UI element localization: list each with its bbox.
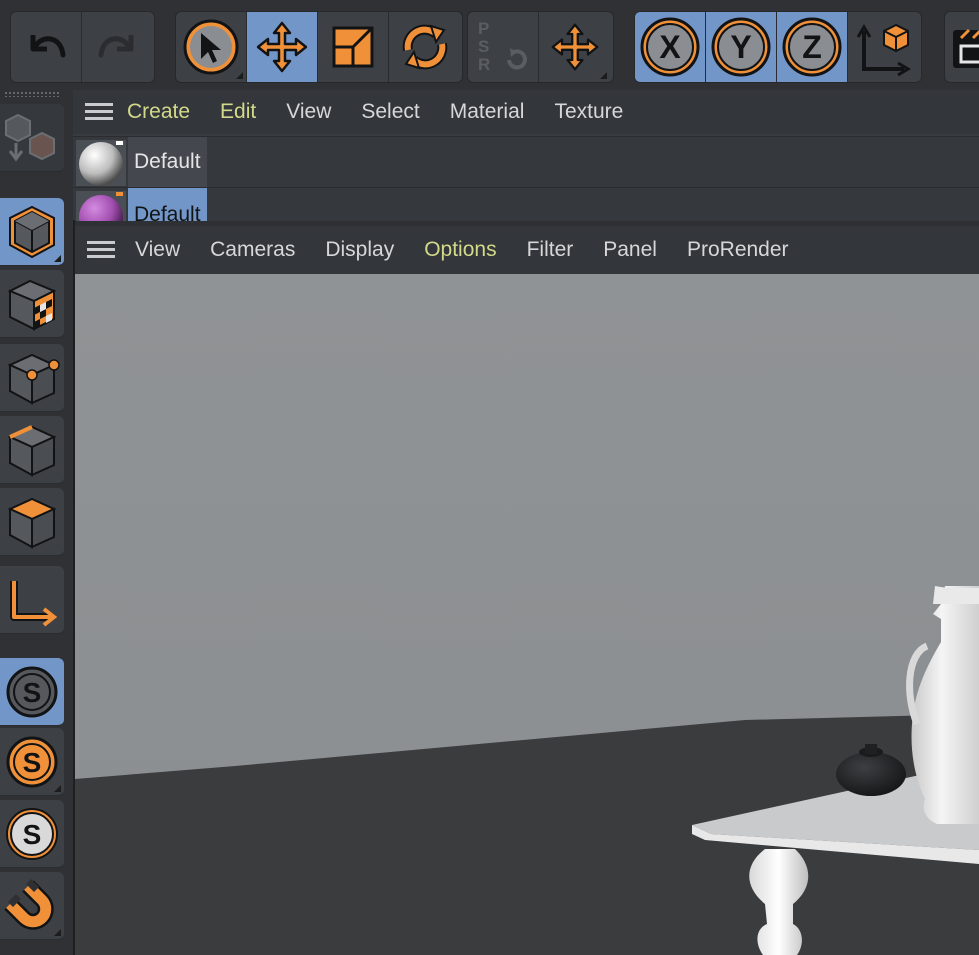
submenu-indicator-icon [236,72,243,79]
viewport-menu-filter[interactable]: Filter [527,238,574,262]
viewport-menu-cameras[interactable]: Cameras [210,238,295,262]
menu-view[interactable]: View [286,100,331,124]
material-menu-hamburger-icon[interactable] [85,103,113,121]
material-preview-thumbnail[interactable] [76,140,126,186]
submenu-indicator-icon [54,785,61,792]
redo-icon [98,35,133,58]
magnet-tool-button[interactable] [0,872,64,940]
psr-letter-p: P [478,19,490,38]
snap-enabled-icon: S [6,736,58,787]
move-tool-button[interactable] [247,12,318,82]
undo-button[interactable] [11,12,82,82]
axis-icon [10,580,58,627]
coordinate-system-button[interactable] [848,12,919,82]
snap-workplane-icon: S [6,807,58,860]
history-group [10,11,155,83]
axis-lock-group: X Y Z [634,11,922,83]
reset-rotate-icon [507,48,527,70]
rotate-arrows-icon [402,24,447,70]
axis-mode-button[interactable] [0,566,64,634]
transform-tools-group [175,11,463,83]
object-coordinates-icon [856,23,911,77]
psr-letter-s: S [478,37,490,56]
edges-cube-icon [7,424,57,477]
scale-square-icon [332,26,374,68]
y-axis-lock-button[interactable]: Y [706,12,777,82]
checker-cube-icon [7,279,57,331]
psr-button[interactable]: P S R [468,12,539,82]
workplane-snap-button[interactable]: S [0,800,64,868]
render-view-button[interactable] [945,12,979,82]
model-cube-icon [9,205,55,258]
viewport-menu-options[interactable]: Options [424,238,496,262]
submenu-indicator-icon [54,929,61,936]
make-editable-button[interactable] [0,104,64,172]
move-arrows-icon [256,21,308,73]
material-name[interactable]: Default [128,188,207,221]
material-sphere-icon [79,141,123,186]
move-dropdown-button[interactable] [539,12,610,82]
material-menu-bar: Create Edit View Select Material Texture [73,90,979,134]
z-axis-icon: Z [782,17,842,77]
snap-letter: S [23,677,42,708]
viewport-menu-hamburger-icon[interactable] [87,241,115,259]
viewport-menu-display[interactable]: Display [325,238,394,262]
polygons-cube-icon [7,497,57,549]
make-editable-icon [5,113,55,161]
snapping-button[interactable]: S [0,728,64,796]
viewport-menu-prorender[interactable]: ProRender [687,238,789,262]
menu-edit[interactable]: Edit [220,100,256,124]
move-arrows-icon [551,23,598,71]
material-item[interactable]: Default [73,136,979,187]
y-axis-label: Y [730,29,751,65]
x-axis-label: X [659,29,681,65]
psr-letter-r: R [478,55,491,74]
3d-viewport[interactable] [75,274,979,955]
y-axis-icon: Y [711,17,771,77]
rotate-tool-button[interactable] [389,12,460,82]
menu-create[interactable]: Create [127,100,190,124]
undo-icon [30,35,66,58]
live-selection-button[interactable] [176,12,247,82]
submenu-indicator-icon [600,72,607,79]
material-preview-thumbnail[interactable] [76,191,126,221]
coordinate-tools-group: P S R [467,11,614,83]
redo-button[interactable] [82,12,153,82]
viewport-menu-view[interactable]: View [135,238,180,262]
z-axis-label: Z [802,29,822,65]
top-toolbar: P S R X Y Z [0,0,979,90]
material-name[interactable]: Default [128,137,207,187]
submenu-indicator-icon [54,255,61,262]
texture-mode-button[interactable] [0,270,64,338]
points-cube-icon [7,353,60,405]
snap-letter: S [23,819,42,850]
snap-letter: S [23,747,42,778]
viewport-menu-bar: View Cameras Display Options Filter Pane… [75,226,979,274]
material-manager: Create Edit View Select Material Texture… [73,90,979,221]
menu-select[interactable]: Select [361,100,419,124]
polygons-mode-button[interactable] [0,488,64,556]
menu-material[interactable]: Material [450,100,525,124]
snap-icon: S [6,666,58,717]
material-sphere-icon [79,192,123,221]
viewport-scene [75,274,979,955]
edges-mode-button[interactable] [0,416,64,484]
points-mode-button[interactable] [0,344,64,412]
x-axis-icon: X [640,17,700,77]
material-item[interactable]: Default [73,187,979,221]
magnet-icon [4,878,54,930]
scale-tool-button[interactable] [318,12,389,82]
toolbar-grip[interactable] [4,91,60,97]
clapperboard-icon [953,28,979,68]
x-axis-lock-button[interactable]: X [635,12,706,82]
cursor-select-icon [183,19,239,75]
z-axis-lock-button[interactable]: Z [777,12,848,82]
render-group [944,11,979,83]
menu-texture[interactable]: Texture [554,100,623,124]
model-mode-button[interactable] [0,198,64,266]
soft-selection-button[interactable]: S [0,658,64,726]
viewport-menu-panel[interactable]: Panel [603,238,657,262]
